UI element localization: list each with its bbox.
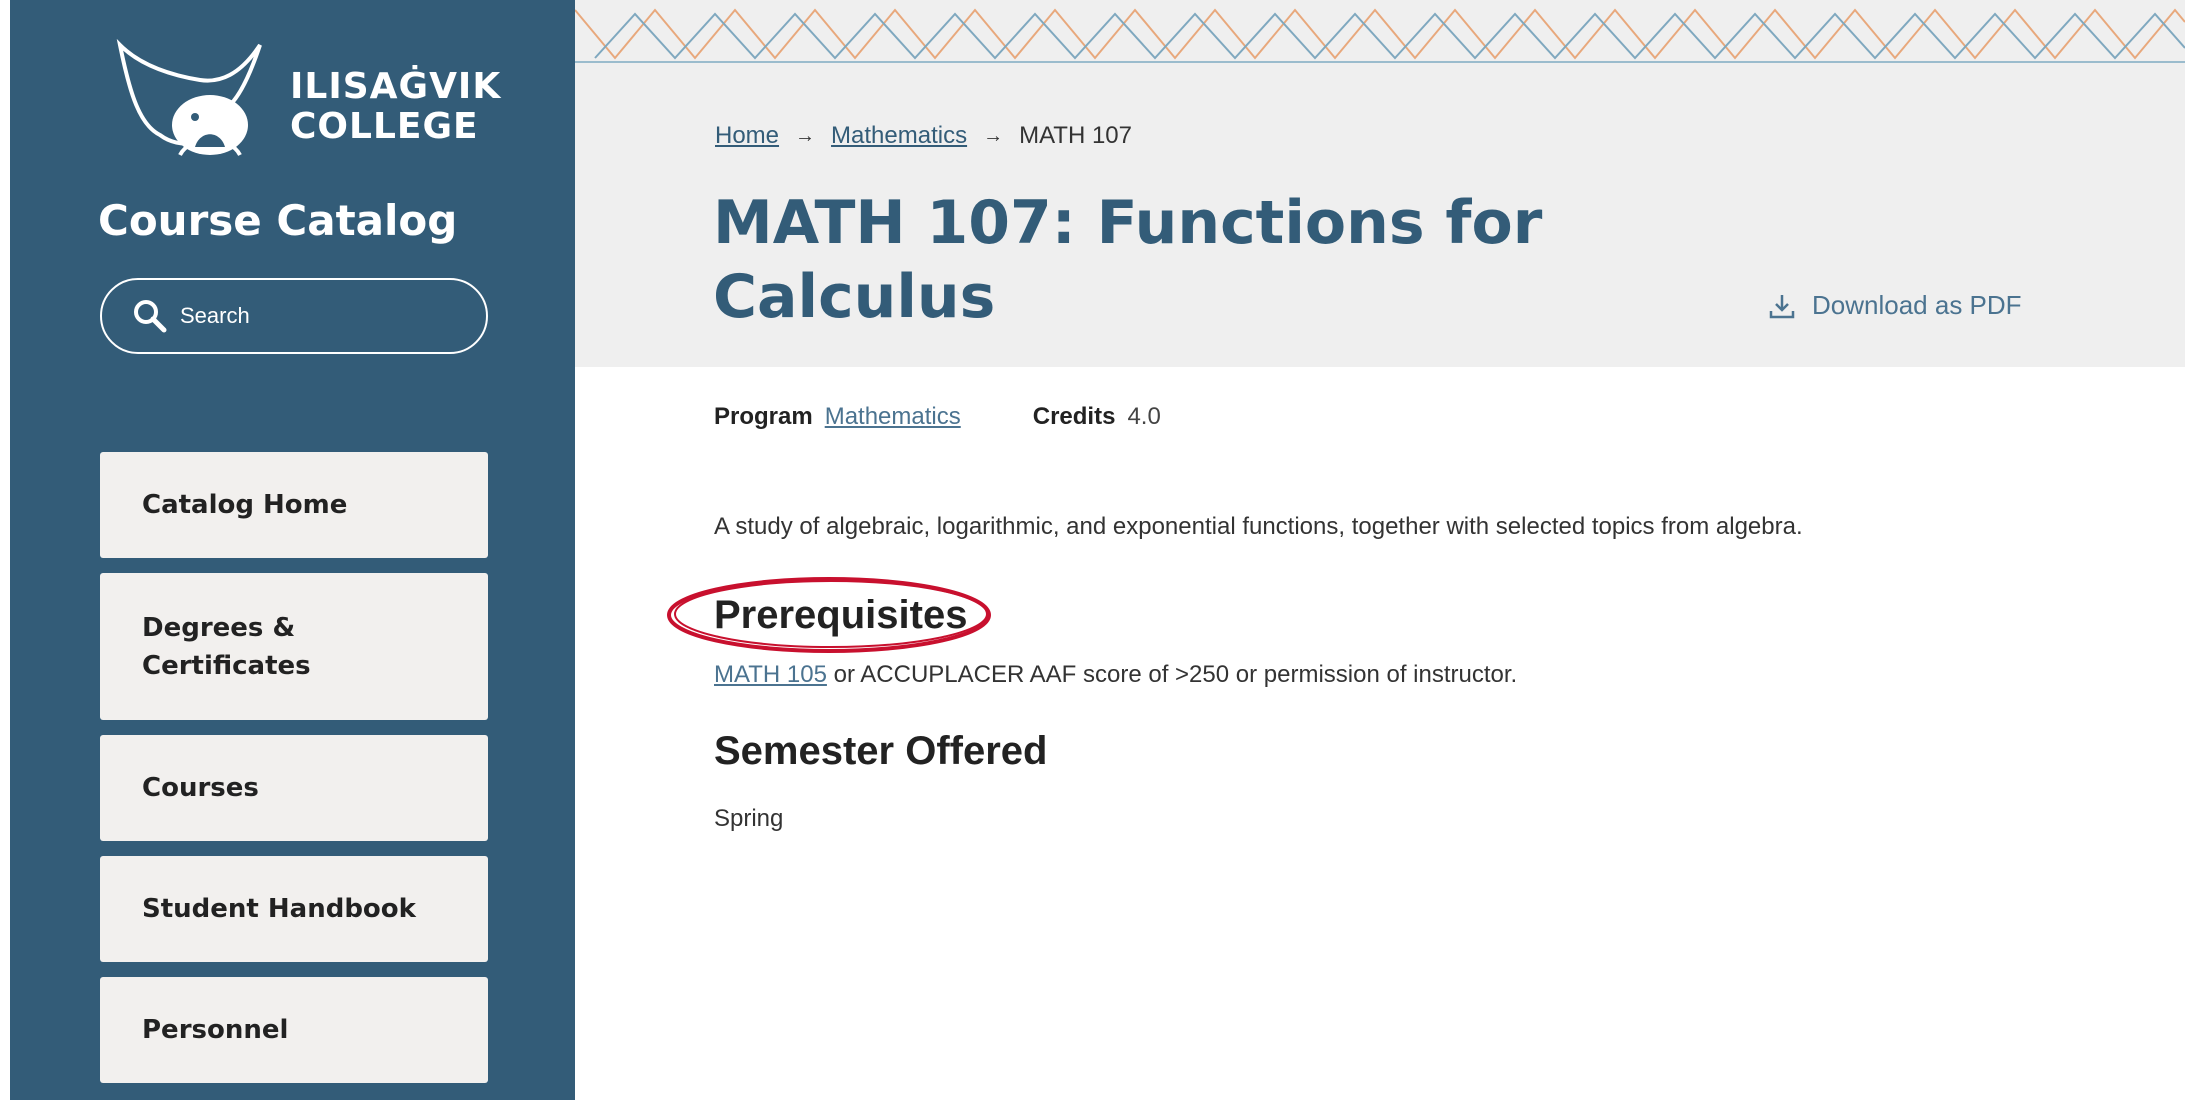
- breadcrumb: Home → Mathematics → MATH 107: [715, 122, 1132, 150]
- college-logo[interactable]: ILISAĠVIK COLLEGE: [100, 35, 520, 165]
- sidebar-title: Course Catalog: [98, 196, 458, 245]
- sidebar-item-label: Personnel: [142, 1015, 289, 1045]
- college-name: ILISAĠVIK COLLEGE: [290, 67, 501, 147]
- whale-bear-icon: [116, 38, 262, 157]
- semester-offered-value: Spring: [714, 805, 784, 832]
- semester-offered-heading: Semester Offered: [714, 729, 1048, 773]
- page-title: MATH 107: Functions for Calculus: [713, 188, 1543, 332]
- search-placeholder: Search: [180, 303, 250, 328]
- prerequisite-course-link[interactable]: MATH 105: [714, 661, 827, 688]
- sidebar-item-degrees-certificates[interactable]: Degrees & Certificates: [100, 573, 488, 720]
- sidebar-item-personnel[interactable]: Personnel: [100, 977, 488, 1083]
- sidebar-item-label: Catalog Home: [142, 490, 348, 520]
- arrow-right-icon: →: [795, 124, 816, 147]
- prerequisites-detail: or ACCUPLACER AAF score of >250 or permi…: [826, 661, 1518, 688]
- sidebar-item-label: Degrees & Certificates: [142, 612, 311, 681]
- course-header: Home → Mathematics → MATH 107 MATH 107: …: [575, 0, 2185, 367]
- program-label: Program: [714, 403, 813, 430]
- breadcrumb-program-link[interactable]: Mathematics: [831, 122, 967, 150]
- course-description: A study of algebraic, logarithmic, and e…: [714, 513, 1803, 540]
- college-name-line2: COLLEGE: [290, 106, 479, 147]
- prerequisites-heading: Prerequisites: [714, 593, 968, 637]
- download-label: Download as PDF: [1812, 290, 2022, 320]
- decorative-pattern: [575, 8, 2185, 63]
- course-meta: Program Mathematics Credits 4.0: [714, 403, 1161, 431]
- sidebar-item-catalog-home[interactable]: Catalog Home: [100, 452, 488, 558]
- sidebar-item-label: Courses: [142, 773, 259, 803]
- breadcrumb-current: MATH 107: [1019, 122, 1132, 149]
- program-link[interactable]: Mathematics: [825, 403, 961, 431]
- search-icon: [134, 300, 167, 333]
- download-pdf-button[interactable]: Download as PDF: [1768, 290, 2022, 321]
- arrow-right-icon: →: [983, 124, 1004, 147]
- credits-value: 4.0: [1127, 403, 1161, 430]
- sidebar: ILISAĠVIK COLLEGE Course Catalog Search …: [10, 0, 575, 1100]
- download-icon: [1769, 294, 1795, 318]
- credits-label: Credits: [1032, 403, 1116, 430]
- search-input[interactable]: Search: [100, 278, 488, 354]
- breadcrumb-home-link[interactable]: Home: [715, 122, 779, 150]
- sidebar-item-student-handbook[interactable]: Student Handbook: [100, 856, 488, 962]
- prerequisites-text: MATH 105 or ACCUPLACER AAF score of >250…: [714, 661, 1517, 689]
- sidebar-item-label: Student Handbook: [142, 894, 416, 924]
- college-name-line1: ILISAĠVIK: [290, 66, 502, 107]
- sidebar-item-courses[interactable]: Courses: [100, 735, 488, 841]
